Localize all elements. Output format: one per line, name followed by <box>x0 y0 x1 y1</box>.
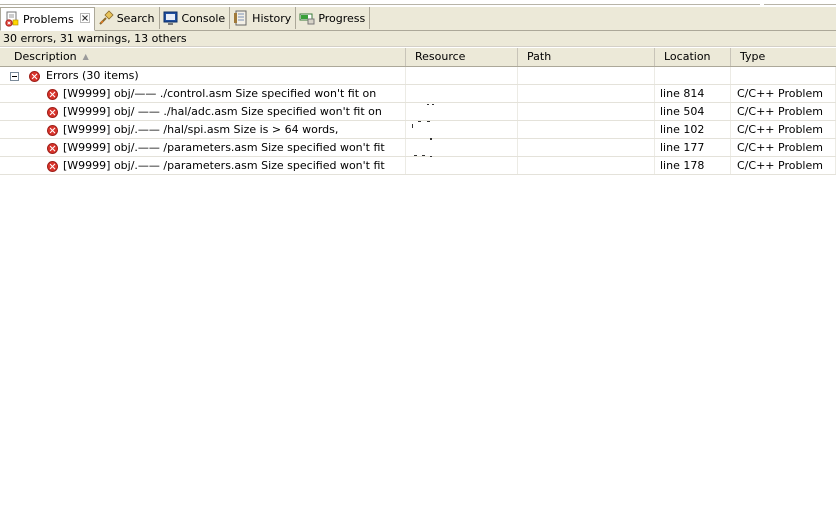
tab-console[interactable]: Console <box>159 7 231 29</box>
column-header-resource[interactable]: Resource <box>406 48 518 66</box>
table-row[interactable]: [W9999] obj/.—— /parameters.asm Size spe… <box>0 139 836 157</box>
redaction-mark <box>432 104 434 105</box>
redaction-mark <box>430 156 432 157</box>
history-icon <box>233 10 249 26</box>
group-label: Errors (30 items) <box>46 69 139 82</box>
description-text: [W9999] obj/.—— /hal/spi.asm Size is > 6… <box>63 123 339 136</box>
problems-table: Description ▲ Resource Path Location Type… <box>0 48 836 175</box>
column-header-type[interactable]: Type <box>731 48 836 66</box>
table-row[interactable]: [W9999] obj/ —— ./hal/adc.asm Size speci… <box>0 103 836 121</box>
group-cell: Errors (30 items) <box>0 67 406 84</box>
resource-cell <box>406 139 518 156</box>
resource-cell <box>406 103 518 120</box>
column-header-location[interactable]: Location <box>655 48 731 66</box>
group-location-cell <box>655 67 731 84</box>
location-cell: line 814 <box>655 85 731 102</box>
location-cell: line 177 <box>655 139 731 156</box>
view-tabs: Problems Search Console History Progress <box>0 7 371 31</box>
tab-label-history: History <box>252 11 292 25</box>
type-cell: C/C++ Problem <box>731 85 836 102</box>
path-cell <box>518 85 655 102</box>
tab-progress[interactable]: Progress <box>296 7 371 29</box>
column-header-path[interactable]: Path <box>518 48 655 66</box>
column-label-resource: Resource <box>415 50 466 63</box>
problems-summary: 30 errors, 31 warnings, 13 others <box>0 31 836 47</box>
error-icon <box>47 124 58 136</box>
console-icon <box>163 10 179 26</box>
editor-area-edge-right <box>764 0 836 5</box>
table-row[interactable]: [W9999] obj/—— ./control.asm Size specif… <box>0 85 836 103</box>
error-icon <box>28 70 40 82</box>
problem-rows: [W9999] obj/—— ./control.asm Size specif… <box>0 85 836 175</box>
tab-search[interactable]: Search <box>94 7 160 29</box>
table-row[interactable]: [W9999] obj/.—— /hal/spi.asm Size is > 6… <box>0 121 836 139</box>
description-text: [W9999] obj/ —— ./hal/adc.asm Size speci… <box>63 105 382 118</box>
resource-cell <box>406 85 518 102</box>
location-cell: line 178 <box>655 157 731 174</box>
table-row[interactable]: [W9999] obj/.—— /parameters.asm Size spe… <box>0 157 836 175</box>
column-label-type: Type <box>740 50 766 63</box>
redaction-mark <box>422 155 425 156</box>
type-cell: C/C++ Problem <box>731 139 836 156</box>
type-cell: C/C++ Problem <box>731 121 836 138</box>
path-cell <box>518 121 655 138</box>
description-text: [W9999] obj/.—— /parameters.asm Size spe… <box>63 141 385 154</box>
path-cell <box>518 157 655 174</box>
redaction-mark <box>427 121 430 122</box>
column-header-description[interactable]: Description ▲ <box>0 48 406 66</box>
view-tab-bar: Problems Search Console History Progress <box>0 7 836 31</box>
tab-problems[interactable]: Problems <box>0 7 95 31</box>
error-icon <box>47 142 58 154</box>
tab-label-problems: Problems <box>23 12 74 26</box>
description-text: [W9999] obj/—— ./control.asm Size specif… <box>63 87 377 100</box>
location-cell: line 504 <box>655 103 731 120</box>
sort-ascending-icon: ▲ <box>82 52 89 61</box>
error-icon <box>47 88 58 100</box>
redaction-mark <box>412 124 413 128</box>
column-label-location: Location <box>664 50 711 63</box>
type-cell: C/C++ Problem <box>731 103 836 120</box>
tab-label-progress: Progress <box>318 11 366 25</box>
path-cell <box>518 139 655 156</box>
redaction-mark <box>418 121 421 122</box>
type-cell: C/C++ Problem <box>731 157 836 174</box>
error-icon <box>47 106 58 118</box>
group-type-cell <box>731 67 836 84</box>
group-path-cell <box>518 67 655 84</box>
group-resource-cell <box>406 67 518 84</box>
close-icon[interactable] <box>79 12 90 26</box>
redaction-mark <box>414 155 417 156</box>
progress-icon <box>299 10 315 26</box>
tab-label-search: Search <box>116 11 155 25</box>
column-label-path: Path <box>527 50 552 63</box>
redaction-mark <box>430 138 432 140</box>
table-header: Description ▲ Resource Path Location Type <box>0 48 836 67</box>
resource-cell <box>406 121 518 138</box>
tab-history[interactable]: History <box>230 7 297 29</box>
tab-label-console: Console <box>181 11 226 25</box>
top-strip <box>0 0 836 6</box>
resource-cell <box>406 157 518 174</box>
location-cell: line 102 <box>655 121 731 138</box>
redaction-mark <box>427 104 429 105</box>
editor-area-edge <box>0 0 760 5</box>
group-row-errors[interactable]: Errors (30 items) <box>0 67 836 85</box>
error-icon <box>47 160 58 172</box>
description-cell: [W9999] obj/.—— /parameters.asm Size spe… <box>0 139 406 156</box>
column-label-description: Description <box>14 50 77 63</box>
description-cell: [W9999] obj/—— ./control.asm Size specif… <box>0 85 406 102</box>
search-icon <box>98 10 114 26</box>
description-cell: [W9999] obj/.—— /hal/spi.asm Size is > 6… <box>0 121 406 138</box>
collapse-icon[interactable] <box>10 71 19 81</box>
description-cell: [W9999] obj/.—— /parameters.asm Size spe… <box>0 157 406 174</box>
path-cell <box>518 103 655 120</box>
description-cell: [W9999] obj/ —— ./hal/adc.asm Size speci… <box>0 103 406 120</box>
description-text: [W9999] obj/.—— /parameters.asm Size spe… <box>63 159 385 172</box>
problems-icon <box>4 11 20 27</box>
